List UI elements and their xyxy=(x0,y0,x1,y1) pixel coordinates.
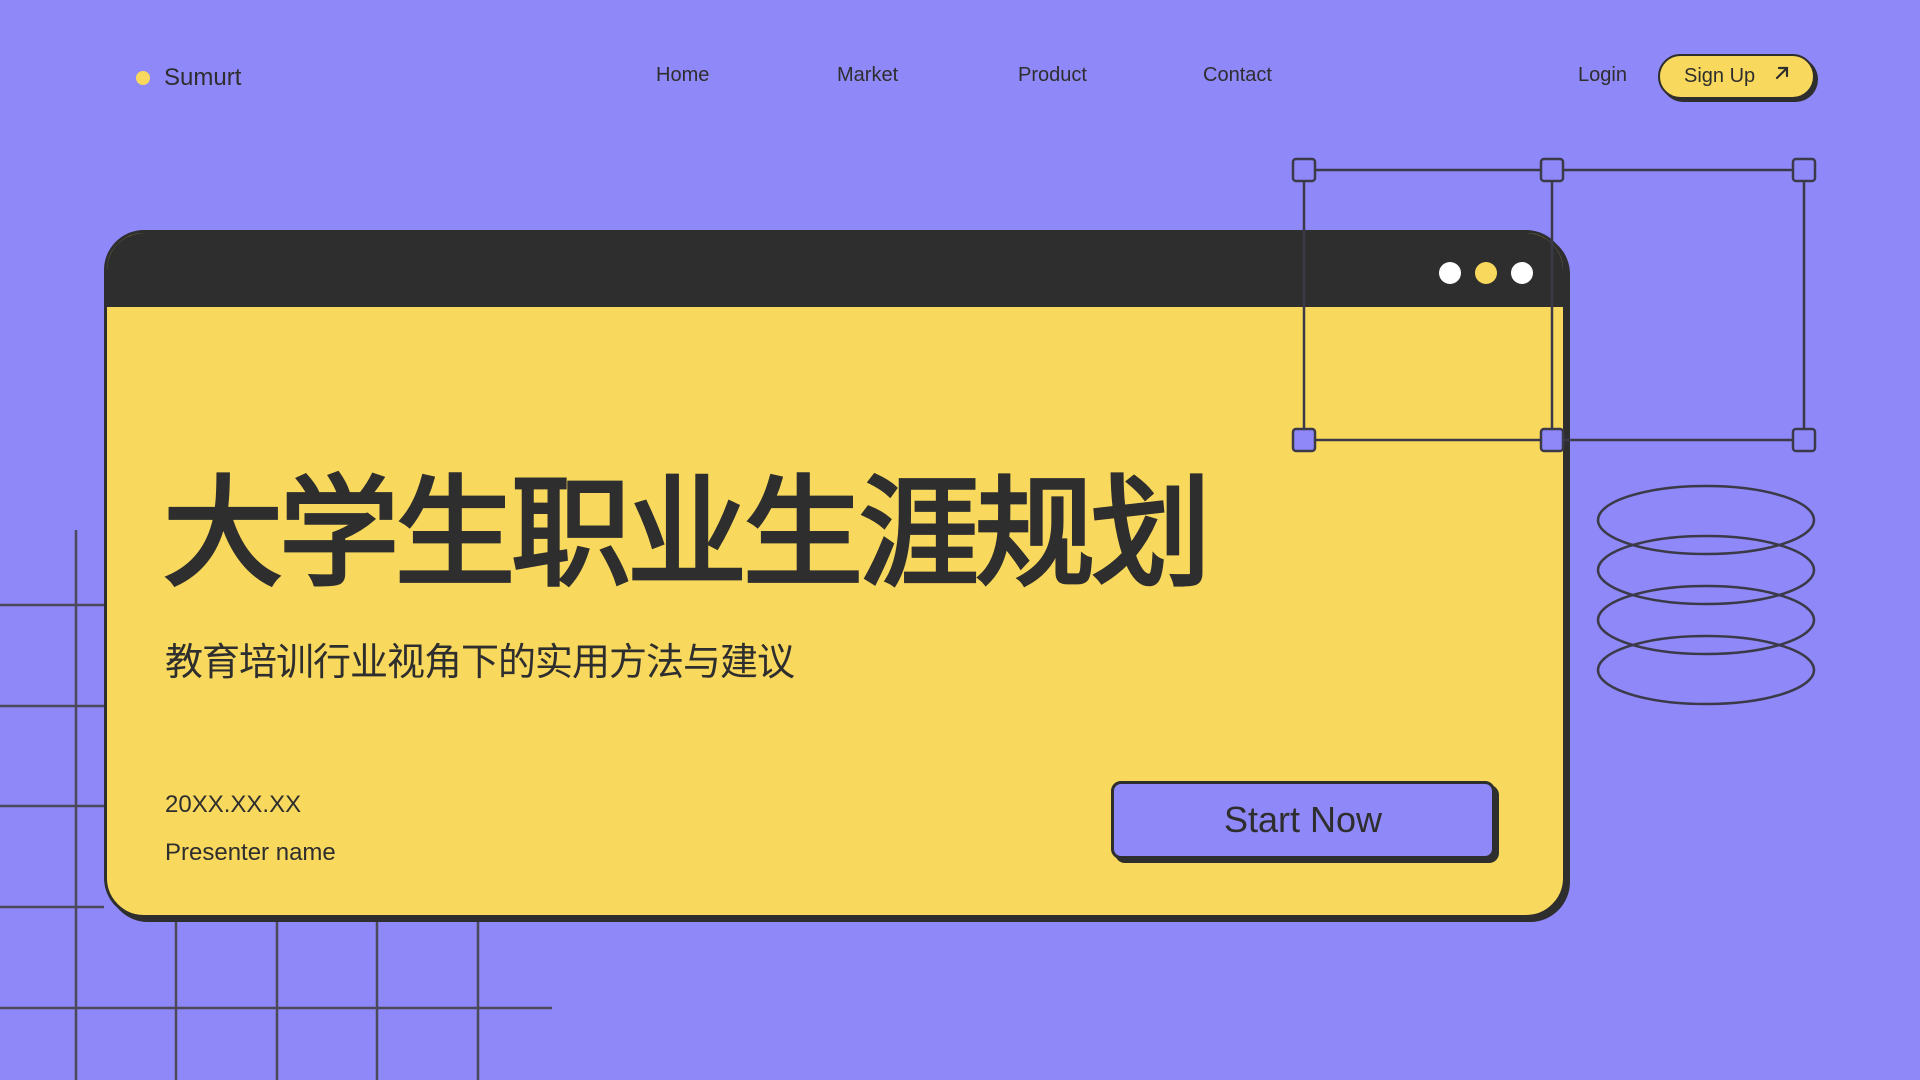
selection-frame-decoration xyxy=(1291,157,1817,706)
stacked-rings-icon xyxy=(1596,484,1816,706)
